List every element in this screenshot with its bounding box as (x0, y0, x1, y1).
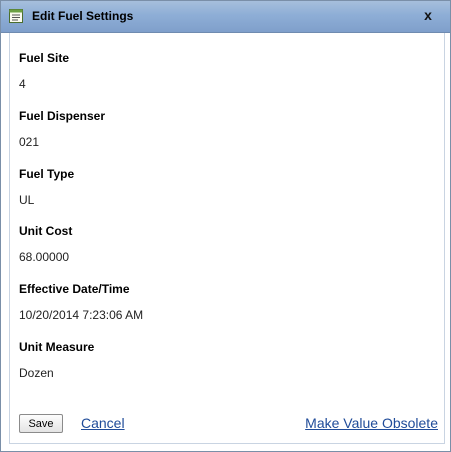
close-button[interactable]: x (421, 7, 435, 23)
notepad-icon (9, 9, 23, 23)
fuel-dispenser-value: 021 (19, 135, 40, 149)
unit-cost-value: 68.00000 (19, 250, 70, 264)
dialog-content: Fuel Site 4 Fuel Dispenser 021 Fuel Type… (9, 33, 445, 444)
make-value-obsolete-link[interactable]: Make Value Obsolete (305, 415, 438, 431)
effective-datetime-label: Effective Date/Time (19, 282, 130, 296)
unit-cost-label: Unit Cost (19, 224, 73, 238)
cancel-link[interactable]: Cancel (81, 415, 125, 431)
unit-measure-label: Unit Measure (19, 340, 95, 354)
fuel-type-label: Fuel Type (19, 167, 75, 181)
dialog-titlebar[interactable]: Edit Fuel Settings x (1, 1, 450, 33)
edit-fuel-settings-dialog: Edit Fuel Settings x Fuel Site 4 Fuel Di… (0, 0, 451, 452)
fuel-type-value: UL (19, 193, 35, 207)
dialog-title: Edit Fuel Settings (32, 9, 134, 23)
fuel-dispenser-label: Fuel Dispenser (19, 109, 106, 123)
effective-datetime-value: 10/20/2014 7:23:06 AM (19, 308, 144, 322)
save-button[interactable]: Save (19, 414, 63, 433)
fuel-site-value: 4 (19, 77, 26, 91)
fuel-site-label: Fuel Site (19, 51, 70, 65)
unit-measure-value: Dozen (19, 366, 54, 380)
